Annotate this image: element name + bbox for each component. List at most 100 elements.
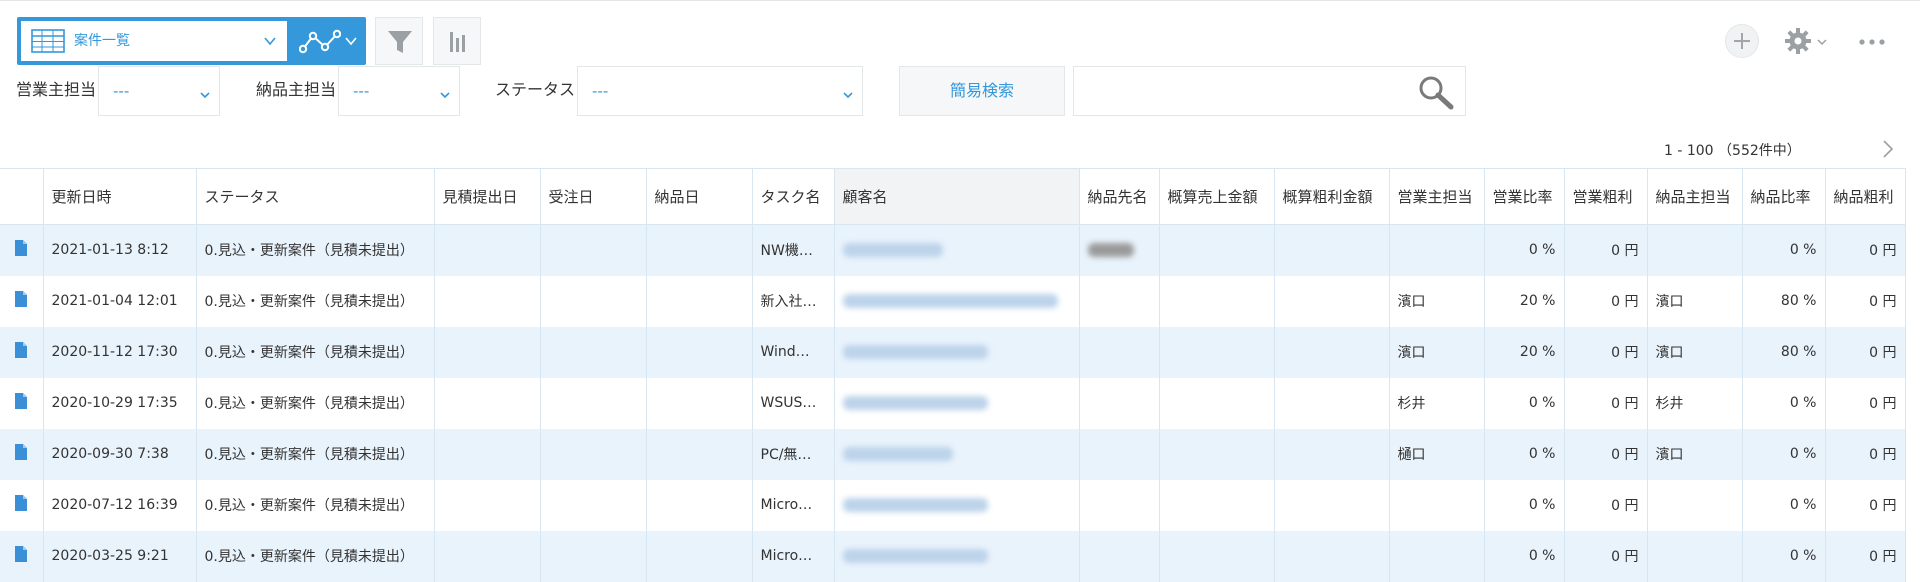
record-detail-link[interactable] bbox=[0, 428, 44, 480]
cell-task: PC/無… bbox=[752, 428, 835, 480]
record-detail-link[interactable] bbox=[0, 479, 44, 531]
cell-sales-profit: 0 円 bbox=[1564, 224, 1648, 276]
cell-delivery-ratio: 0 % bbox=[1742, 479, 1826, 531]
cell-updated: 2020-03-25 9:21 bbox=[43, 530, 197, 582]
column-header-delivery-owner[interactable]: 納品主担当 bbox=[1647, 168, 1743, 225]
cell-sales-owner bbox=[1389, 479, 1485, 531]
view-selector-group: 案件一覧 bbox=[17, 17, 366, 65]
search-input[interactable] bbox=[1073, 66, 1466, 116]
cell-task: Micro… bbox=[752, 479, 835, 531]
graph-menu-button[interactable] bbox=[289, 17, 366, 65]
cell-delivery-dest bbox=[1079, 530, 1160, 582]
cell-task: Wind… bbox=[752, 326, 835, 378]
filter-button[interactable] bbox=[375, 17, 423, 65]
column-header-sales-ratio[interactable]: 営業比率 bbox=[1484, 168, 1565, 225]
table-row[interactable]: 2021-01-04 12:01 0.見込・更新案件（見積未提出） 新入社… 濱口 20… bbox=[0, 275, 1906, 327]
table-icon bbox=[31, 29, 65, 57]
column-header-customer[interactable]: 顧客名 bbox=[834, 168, 1080, 225]
column-header-updated[interactable]: 更新日時 bbox=[43, 168, 197, 225]
cell-order-date bbox=[540, 530, 647, 582]
cell-updated: 2020-09-30 7:38 bbox=[43, 428, 197, 480]
column-header-task[interactable]: タスク名 bbox=[752, 168, 835, 225]
cell-order-date bbox=[540, 428, 647, 480]
cell-quote-date bbox=[434, 326, 541, 378]
cell-est-profit bbox=[1274, 530, 1390, 582]
cell-sales-owner: 濱口 bbox=[1389, 275, 1485, 327]
cell-sales-ratio: 0 % bbox=[1484, 479, 1565, 531]
cell-delivery-ratio: 0 % bbox=[1742, 428, 1826, 480]
delivery-owner-select[interactable]: --- bbox=[338, 66, 460, 116]
chart-button[interactable] bbox=[433, 17, 481, 65]
cell-customer bbox=[834, 275, 1080, 327]
cell-delivery-date bbox=[646, 377, 753, 429]
column-header-sales-profit[interactable]: 営業粗利 bbox=[1564, 168, 1648, 225]
document-icon bbox=[15, 393, 28, 409]
redacted-text bbox=[842, 447, 953, 461]
column-header-est-profit[interactable]: 概算粗利金額 bbox=[1274, 168, 1390, 225]
delivery-owner-label: 納品主担当 bbox=[256, 80, 337, 99]
cell-delivery-ratio: 0 % bbox=[1742, 224, 1826, 276]
column-header-delivery-ratio[interactable]: 納品比率 bbox=[1742, 168, 1826, 225]
record-detail-link[interactable] bbox=[0, 326, 44, 378]
records-table: 更新日時 ステータス 見積提出日 受注日 納品日 タスク名 顧客名 納品先名 概… bbox=[0, 168, 1906, 582]
settings-button[interactable] bbox=[1783, 26, 1829, 58]
cell-delivery-dest bbox=[1079, 377, 1160, 429]
cell-est-profit bbox=[1274, 428, 1390, 480]
column-header-order-date[interactable]: 受注日 bbox=[540, 168, 647, 225]
table-row[interactable]: 2020-03-25 9:21 0.見込・更新案件（見積未提出） Micro… 0 %… bbox=[0, 530, 1906, 582]
cell-order-date bbox=[540, 326, 647, 378]
column-header-sales-owner[interactable]: 営業主担当 bbox=[1389, 168, 1485, 225]
cell-sales-profit: 0 円 bbox=[1564, 530, 1648, 582]
table-row[interactable]: 2020-11-12 17:30 0.見込・更新案件（見積未提出） Wind… 濱口 2… bbox=[0, 326, 1906, 378]
next-page-button[interactable] bbox=[1880, 138, 1896, 164]
cell-delivery-profit: 0 円 bbox=[1825, 275, 1906, 327]
chevron-down-icon bbox=[439, 87, 451, 105]
column-header-delivery-date[interactable]: 納品日 bbox=[646, 168, 753, 225]
table-row[interactable]: 2020-07-12 16:39 0.見込・更新案件（見積未提出） Micro… 0 … bbox=[0, 479, 1906, 531]
column-header-est-sales[interactable]: 概算売上金額 bbox=[1159, 168, 1275, 225]
column-header-status[interactable]: ステータス bbox=[196, 168, 435, 225]
document-icon bbox=[15, 495, 28, 511]
cell-delivery-owner: 濱口 bbox=[1647, 275, 1743, 327]
cell-delivery-owner: 杉井 bbox=[1647, 377, 1743, 429]
cell-delivery-profit: 0 円 bbox=[1825, 479, 1906, 531]
add-record-button[interactable] bbox=[1725, 24, 1759, 58]
cell-delivery-date bbox=[646, 275, 753, 327]
table-header-row: 更新日時 ステータス 見積提出日 受注日 納品日 タスク名 顧客名 納品先名 概… bbox=[0, 168, 1906, 225]
status-select[interactable]: --- bbox=[577, 66, 863, 116]
table-row[interactable]: 2021-01-13 8:12 0.見込・更新案件（見積未提出） NW機… 0 % 0 … bbox=[0, 224, 1906, 276]
view-select[interactable]: 案件一覧 bbox=[21, 21, 287, 61]
record-detail-link[interactable] bbox=[0, 224, 44, 276]
cell-delivery-dest bbox=[1079, 224, 1160, 276]
cell-delivery-profit: 0 円 bbox=[1825, 377, 1906, 429]
document-icon bbox=[15, 291, 28, 307]
cell-sales-owner: 濱口 bbox=[1389, 326, 1485, 378]
redacted-text bbox=[842, 549, 988, 563]
quick-search-button[interactable]: 簡易検索 bbox=[899, 66, 1065, 116]
cell-order-date bbox=[540, 377, 647, 429]
document-icon bbox=[15, 240, 28, 257]
cell-delivery-ratio: 80 % bbox=[1742, 275, 1826, 327]
record-detail-link[interactable] bbox=[0, 377, 44, 429]
cell-updated: 2020-07-12 16:39 bbox=[43, 479, 197, 531]
record-detail-link[interactable] bbox=[0, 275, 44, 327]
record-detail-link[interactable] bbox=[0, 530, 44, 582]
redacted-text bbox=[842, 345, 988, 359]
cell-delivery-ratio: 80 % bbox=[1742, 326, 1826, 378]
table-row[interactable]: 2020-10-29 17:35 0.見込・更新案件（見積未提出） WSUS… 杉井 0… bbox=[0, 377, 1906, 429]
graph-icon bbox=[298, 29, 342, 59]
cell-delivery-ratio: 0 % bbox=[1742, 377, 1826, 429]
cell-customer bbox=[834, 326, 1080, 378]
column-header-quote-date[interactable]: 見積提出日 bbox=[434, 168, 541, 225]
sales-owner-select[interactable]: --- bbox=[98, 66, 220, 116]
table-row[interactable]: 2020-09-30 7:38 0.見込・更新案件（見積未提出） PC/無… 樋口 0 … bbox=[0, 428, 1906, 480]
cell-delivery-owner bbox=[1647, 224, 1743, 276]
more-button[interactable] bbox=[1858, 32, 1886, 52]
cell-delivery-profit: 0 円 bbox=[1825, 224, 1906, 276]
column-header-delivery-profit[interactable]: 納品粗利 bbox=[1825, 168, 1906, 225]
cell-status: 0.見込・更新案件（見積未提出） bbox=[196, 479, 435, 531]
cell-sales-owner bbox=[1389, 530, 1485, 582]
column-header-delivery-dest[interactable]: 納品先名 bbox=[1079, 168, 1160, 225]
cell-est-sales bbox=[1159, 428, 1275, 480]
cell-delivery-date bbox=[646, 224, 753, 276]
